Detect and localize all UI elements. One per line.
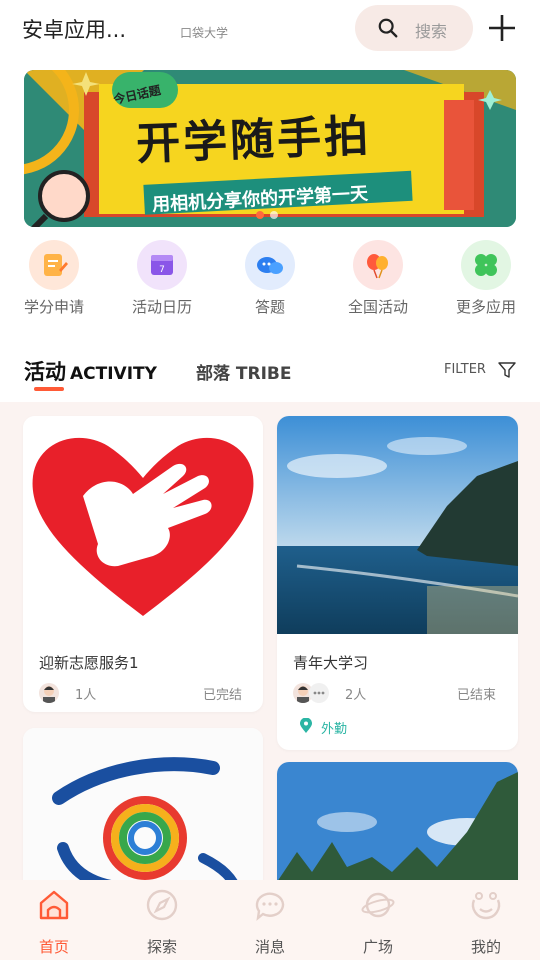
compass-icon (146, 889, 178, 921)
activity-feed: 迎新志愿服务1 1人 已完结 青年大学习 2人 已结束 外勤 (0, 402, 540, 880)
home-icon (39, 890, 69, 920)
tab-tribe[interactable]: 部落 TRIBE (196, 359, 292, 384)
shortcut-national-activity[interactable]: 全国活动 (324, 240, 432, 317)
shortcut-credit-apply[interactable]: 学分申请 (0, 240, 108, 317)
active-tab-indicator (34, 387, 64, 391)
karst-landscape-image (277, 762, 518, 880)
nav-label: 广场 (362, 938, 393, 956)
nav-profile[interactable]: 我的 (432, 888, 540, 957)
activity-card[interactable] (23, 728, 263, 880)
volunteer-heart-image (23, 416, 263, 634)
shortcut-label: 活动日历 (131, 298, 192, 316)
calendar-icon: 7 (137, 240, 187, 290)
status-label: 已完结 (203, 688, 243, 703)
participant-count: 1人 (75, 688, 97, 703)
bottom-navigation: 首页 探索 消息 广场 我的 (0, 880, 540, 960)
activity-card[interactable]: 青年大学习 2人 已结束 外勤 (277, 416, 518, 750)
card-title: 迎新志愿服务1 (39, 654, 139, 672)
status-label: 已结束 (457, 688, 497, 703)
message-icon (255, 892, 285, 921)
topic-banner[interactable]: 今日话题 开学随手拍 用相机分享你的开学第一天 (24, 70, 516, 227)
participant-count: 2人 (345, 688, 367, 703)
shortcut-grid: 学分申请 7 活动日历 答题 全国活动 更多应用 (0, 240, 540, 320)
tab-activity-en: ACTIVITY (70, 364, 157, 384)
filter-icon[interactable] (498, 361, 516, 379)
search-icon (378, 18, 398, 38)
activity-card[interactable] (277, 762, 518, 880)
nav-messages[interactable]: 消息 (216, 888, 324, 957)
nav-label: 首页 (38, 938, 69, 956)
shortcut-activity-calendar[interactable]: 7 活动日历 (108, 240, 216, 317)
tab-activity[interactable]: 活动 ACTIVITY (24, 356, 157, 386)
nav-explore[interactable]: 探索 (108, 888, 216, 957)
svg-text:7: 7 (159, 265, 165, 275)
carousel-indicator (256, 204, 284, 223)
shortcut-label: 学分申请 (23, 298, 84, 316)
shortcut-quiz[interactable]: 答题 (216, 240, 324, 317)
content-tabs: 活动 ACTIVITY 部落 TRIBE FILTER (0, 350, 540, 398)
shortcut-more-apps[interactable]: 更多应用 (432, 240, 540, 317)
activity-card[interactable]: 迎新志愿服务1 1人 已完结 (23, 416, 263, 712)
app-title[interactable]: 安卓应用... (22, 14, 126, 44)
card-title: 青年大学习 (293, 654, 369, 672)
carousel-dot[interactable] (270, 211, 278, 219)
quiz-chat-icon (245, 240, 295, 290)
filter-button[interactable]: FILTER (444, 362, 486, 377)
shortcut-label: 更多应用 (455, 298, 516, 316)
profile-icon (471, 892, 501, 920)
search-box[interactable]: 搜索 (355, 5, 473, 51)
carousel-dot[interactable] (256, 211, 264, 219)
location-label: 外勤 (321, 722, 348, 737)
add-plus-icon[interactable] (486, 12, 518, 44)
nav-plaza[interactable]: 广场 (324, 888, 432, 957)
tab-activity-cn: 活动 (24, 360, 66, 384)
balloon-icon (353, 240, 403, 290)
banner-title: 开学随手拍 (135, 110, 372, 171)
shortcut-label: 全国活动 (347, 298, 408, 316)
location-pin-icon (300, 718, 312, 733)
school-name[interactable]: 口袋大学 (180, 24, 228, 41)
credit-apply-icon (29, 240, 79, 290)
nav-home[interactable]: 首页 (0, 888, 108, 957)
more-avatars (309, 683, 329, 703)
search-placeholder: 搜索 (415, 22, 448, 41)
top-bar: 安卓应用... 口袋大学 搜索 (0, 0, 540, 58)
nav-label: 消息 (254, 938, 285, 956)
seascape-image (277, 416, 518, 634)
nav-label: 探索 (146, 938, 177, 956)
clover-icon (461, 240, 511, 290)
shortcut-label: 答题 (254, 298, 285, 316)
nav-label: 我的 (470, 938, 501, 956)
avatar (39, 683, 59, 703)
planet-icon (361, 892, 395, 918)
activity-logo-image (23, 728, 263, 880)
